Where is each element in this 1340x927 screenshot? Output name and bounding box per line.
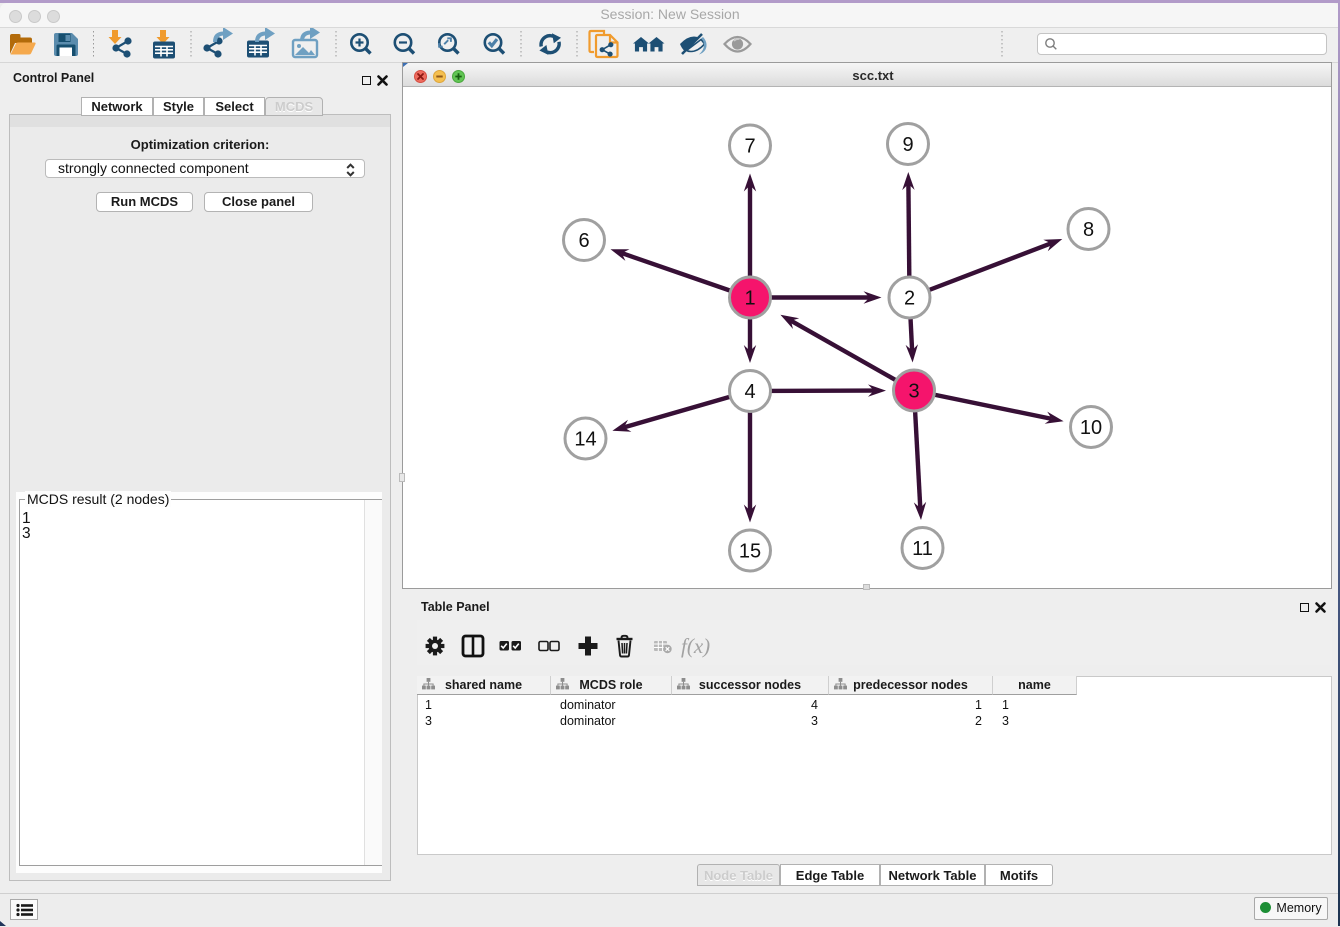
svg-text:11: 11 — [912, 538, 933, 560]
svg-text:2: 2 — [904, 288, 915, 310]
svg-text:3: 3 — [908, 381, 919, 403]
svg-text:9: 9 — [902, 134, 913, 156]
svg-text:8: 8 — [1083, 219, 1094, 241]
svg-text:4: 4 — [744, 381, 755, 403]
svg-text:6: 6 — [578, 230, 589, 252]
svg-text:f(x): f(x) — [681, 634, 710, 658]
svg-text:7: 7 — [744, 136, 755, 158]
svg-text:1: 1 — [744, 288, 755, 310]
svg-text:15: 15 — [739, 541, 761, 563]
svg-text:10: 10 — [1080, 417, 1102, 439]
svg-text:14: 14 — [574, 429, 596, 451]
